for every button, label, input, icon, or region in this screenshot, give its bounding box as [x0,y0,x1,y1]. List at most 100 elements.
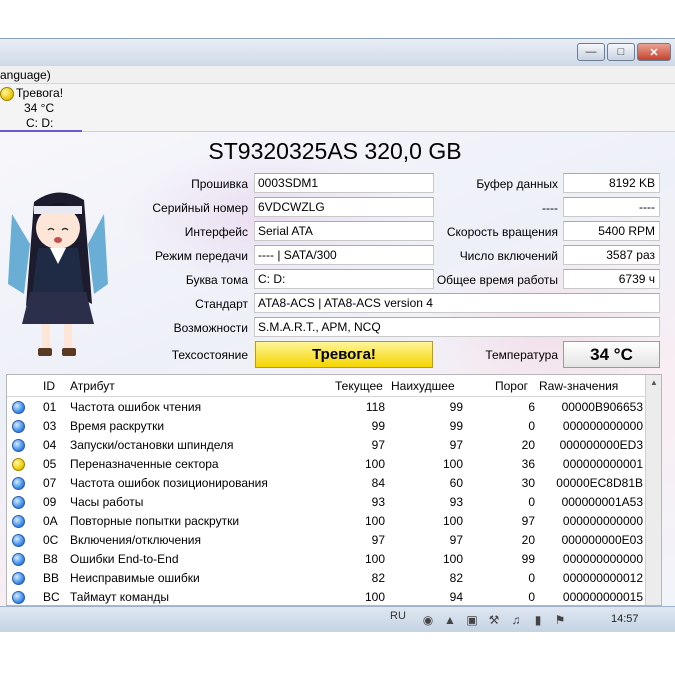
attribute-threshold: 99 [521,552,535,566]
col-raw[interactable]: Raw-значения [539,379,618,393]
attribute-status-icon [12,496,25,509]
attribute-current: 118 [365,400,385,414]
attribute-current: 100 [364,590,385,604]
interface-label: Интерфейс [184,225,248,239]
attribute-id: 0C [43,533,59,547]
vertical-scrollbar[interactable]: ▲ [645,375,661,605]
attribute-id: 09 [43,495,57,509]
power-on-count-label: Число включений [459,249,558,263]
language-indicator[interactable]: RU [390,610,406,622]
network-icon[interactable]: ◉ [420,612,436,628]
smart-table-row[interactable]: 05 Переназначенные сектора 100 100 36 0000000… [7,455,647,474]
attribute-threshold: 30 [521,476,535,490]
menu-item-language[interactable]: anguage) [0,68,51,82]
smart-table-row[interactable]: 07 Частота ошибок позиционирования 84 60 30 0… [7,474,647,493]
maximize-icon: □ [617,46,625,58]
signal-icon[interactable]: ▮ [530,612,546,628]
col-current[interactable]: Текущее [335,379,383,393]
power-on-count-value: 3587 раз [563,245,660,265]
smart-table-row[interactable]: 09 Часы работы 93 93 0 000000001A53 [7,493,647,512]
attribute-worst: 93 [449,495,463,509]
buffer-value: 8192 KB [563,173,660,193]
smart-table-row[interactable]: 01 Частота ошибок чтения 118 99 6 00000B90665… [7,398,647,417]
attribute-raw: 000000000000 [562,514,643,528]
attribute-current: 93 [371,495,385,509]
attribute-name: Переназначенные сектора [70,457,219,471]
attribute-current: 97 [371,438,385,452]
system-tray: ◉ ▲ ▣ ⚒ ♫ ▮ ⚑ [420,612,568,628]
transfer-mode-value: ---- | SATA/300 [254,245,434,265]
attribute-id: B8 [43,552,58,566]
attribute-worst: 99 [449,419,463,433]
disk-model-title: ST9320325AS 320,0 GB [208,138,462,164]
attribute-status-icon [12,458,25,471]
attribute-worst: 99 [449,400,463,414]
monitor-icon[interactable]: ▣ [464,612,480,628]
attribute-id: BB [43,571,60,585]
scroll-up-icon[interactable]: ▲ [646,375,661,391]
window-controls: — □ ✕ [577,43,671,61]
attribute-threshold: 0 [528,495,535,509]
smart-table-row[interactable]: 03 Время раскрутки 99 99 0 000000000000 [7,417,647,436]
flag-icon[interactable]: ⚑ [552,612,568,628]
attribute-worst: 97 [449,438,463,452]
attribute-name: Время раскрутки [70,419,165,433]
rotation-speed-value: 5400 RPM [563,221,660,241]
smart-table-row[interactable]: 04 Запуски/остановки шпинделя 97 97 20 000000… [7,436,647,455]
attribute-name: Повторные попытки раскрутки [70,514,240,528]
mascot-illustration [8,192,108,356]
serial-label: Серийный номер [152,201,248,215]
attribute-id: 0A [43,514,58,528]
attribute-status-icon [12,534,25,547]
attribute-current: 82 [371,571,385,585]
attribute-threshold: 20 [521,533,535,547]
close-button[interactable]: ✕ [637,43,671,61]
attribute-id: 04 [43,438,57,452]
firmware-value: 0003SDM1 [254,173,434,193]
drive-tab[interactable]: Тревога! 34 °C C: D: [0,84,82,132]
minimize-button[interactable]: — [577,43,605,61]
attribute-name: Включения/отключения [70,533,201,547]
interface-value: Serial ATA [254,221,434,241]
attribute-status-icon [12,572,25,585]
col-id[interactable]: ID [43,379,55,393]
attribute-id: 05 [43,457,57,471]
tools-icon[interactable]: ⚒ [486,612,502,628]
clock[interactable]: 14:57 [611,613,639,625]
features-value: S.M.A.R.T., APM, NCQ [254,317,660,337]
maximize-button[interactable]: □ [607,43,635,61]
drive-selector-bar: Тревога! 34 °C C: D: [0,84,675,132]
smart-table-row[interactable]: BC Таймаут команды 100 94 0 000000000015 [7,588,647,605]
temperature-button[interactable]: 34 °C [563,341,660,368]
attribute-name: Запуски/остановки шпинделя [70,438,234,452]
attribute-threshold: 0 [528,419,535,433]
attribute-status-icon [12,591,25,604]
attribute-threshold: 20 [521,438,535,452]
attribute-status-icon [12,439,25,452]
serial-value: 6VDCWZLG [254,197,434,217]
attribute-name: Ошибки End-to-End [70,552,179,566]
col-attribute[interactable]: Атрибут [70,379,115,393]
volume-icon[interactable]: ♫ [508,612,524,628]
col-threshold[interactable]: Порог [495,379,528,393]
attribute-threshold: 0 [528,571,535,585]
attribute-status-icon [12,477,25,490]
smart-table-row[interactable]: BB Неисправимые ошибки 82 82 0 000000000012 [7,569,647,588]
attribute-worst: 97 [449,533,463,547]
smart-table-row[interactable]: 0A Повторные попытки раскрутки 100 100 97 000… [7,512,647,531]
attribute-raw: 000000000012 [562,571,643,585]
col-worst[interactable]: Наихудшее [391,379,455,393]
close-icon: ✕ [649,46,659,59]
attribute-worst: 100 [442,514,463,528]
shield-icon[interactable]: ▲ [442,612,458,628]
main-panel: ST9320325AS 320,0 GB Прошивка 0003SDM1 С… [0,132,675,606]
drive-tab-letter: C: D: [26,116,54,130]
attribute-name: Неисправимые ошибки [70,571,200,585]
attribute-status-icon [12,553,25,566]
attribute-raw: 000000000ED3 [559,438,643,452]
attribute-raw: 000000001A53 [561,495,643,509]
smart-table-row[interactable]: 0C Включения/отключения 97 97 20 000000000E03 [7,531,647,550]
health-status-button[interactable]: Тревога! [255,341,433,368]
smart-table-row[interactable]: B8 Ошибки End-to-End 100 100 99 000000000000 [7,550,647,569]
blank-value: ---- [563,197,660,217]
